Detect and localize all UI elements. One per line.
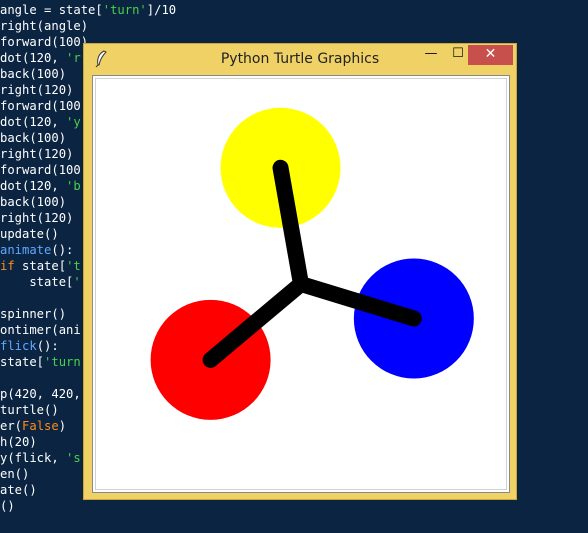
- code-token: False: [22, 419, 59, 433]
- code-line: dot(120, 'y: [0, 114, 81, 130]
- code-line: ontimer(ani: [0, 322, 81, 338]
- code-token: spinner(): [0, 307, 67, 321]
- code-line: dot(120, 'b: [0, 178, 81, 194]
- code-line: forward(100): [0, 34, 88, 50]
- code-token: flick: [0, 339, 37, 353]
- code-token: dot(120,: [0, 179, 67, 193]
- code-line: right(angle): [0, 18, 88, 34]
- code-token: h(20): [0, 435, 37, 449]
- code-token: right(120): [0, 211, 74, 225]
- turtle-window: Python Turtle Graphics — ☐ ✕: [83, 43, 517, 500]
- code-token: state[: [0, 355, 45, 369]
- code-line: forward(100: [0, 162, 81, 178]
- code-token: ate(): [0, 483, 37, 497]
- code-token: y(flick,: [0, 451, 67, 465]
- code-token: ():: [51, 243, 74, 257]
- code-line: ate(): [0, 482, 37, 498]
- code-line: forward(100: [0, 98, 81, 114]
- code-token: 'turn': [102, 3, 147, 17]
- code-token: ': [73, 275, 81, 289]
- code-token: back(100): [0, 67, 67, 81]
- code-line: turtle(): [0, 402, 59, 418]
- code-token: 'turn: [44, 355, 81, 369]
- code-token: update(): [0, 227, 59, 241]
- code-line: h(20): [0, 434, 37, 450]
- code-token: state[: [0, 275, 74, 289]
- code-token: 's: [66, 451, 81, 465]
- code-line: er(False): [0, 418, 66, 434]
- code-line: (): [0, 498, 15, 514]
- code-token: right(120): [0, 83, 74, 97]
- code-token: angle = state[: [0, 3, 103, 17]
- code-line: spinner(): [0, 306, 66, 322]
- minimize-button[interactable]: —: [417, 45, 445, 65]
- code-token: 'b: [66, 179, 81, 193]
- code-token: if: [0, 259, 15, 273]
- code-token: er(: [0, 419, 23, 433]
- code-line: right(120): [0, 210, 73, 226]
- code-token: p(420, 420,: [0, 387, 81, 401]
- close-button[interactable]: ✕: [468, 45, 513, 65]
- code-token: forward(100: [0, 163, 81, 177]
- code-line: y(flick, 's: [0, 450, 81, 466]
- code-token: animate: [0, 243, 52, 257]
- code-token: forward(100): [0, 35, 89, 49]
- code-line: animate():: [0, 242, 73, 258]
- code-token: (): [0, 499, 15, 513]
- code-token: right(120): [0, 147, 74, 161]
- code-line: flick():: [0, 338, 59, 354]
- code-token: back(100): [0, 195, 67, 209]
- code-token: back(100): [0, 131, 67, 145]
- code-token: right(angle): [0, 19, 89, 33]
- turtle-canvas-area[interactable]: [95, 78, 507, 490]
- code-token: forward(100: [0, 99, 81, 113]
- code-line: back(100): [0, 194, 66, 210]
- code-token: 'y: [66, 115, 81, 129]
- code-line: en(): [0, 466, 29, 482]
- title-bar[interactable]: Python Turtle Graphics — ☐ ✕: [84, 44, 516, 74]
- turtle-canvas-frame: [92, 75, 510, 493]
- code-token: ontimer(ani: [0, 323, 81, 337]
- turtle-canvas[interactable]: [96, 79, 506, 489]
- code-token: ): [58, 419, 67, 433]
- code-line: right(120): [0, 146, 73, 162]
- code-line: right(120): [0, 82, 73, 98]
- code-token: ]/10: [146, 3, 177, 17]
- code-line: p(420, 420,: [0, 386, 81, 402]
- code-line: update(): [0, 226, 59, 242]
- code-token: state[: [14, 259, 67, 273]
- code-token: en(): [0, 467, 30, 481]
- code-token: 't: [66, 259, 81, 273]
- code-token: 'r: [66, 51, 81, 65]
- code-token: dot(120,: [0, 115, 67, 129]
- code-line: state['turn: [0, 354, 81, 370]
- code-token: turtle(): [0, 403, 59, 417]
- code-token: dot(120,: [0, 51, 67, 65]
- code-token: ():: [36, 339, 59, 353]
- code-line: if state['t: [0, 258, 81, 274]
- code-line: angle = state['turn']/10: [0, 2, 176, 18]
- code-line: back(100): [0, 66, 66, 82]
- code-line: state[': [0, 274, 81, 290]
- code-line: dot(120, 'r: [0, 50, 81, 66]
- code-line: back(100): [0, 130, 66, 146]
